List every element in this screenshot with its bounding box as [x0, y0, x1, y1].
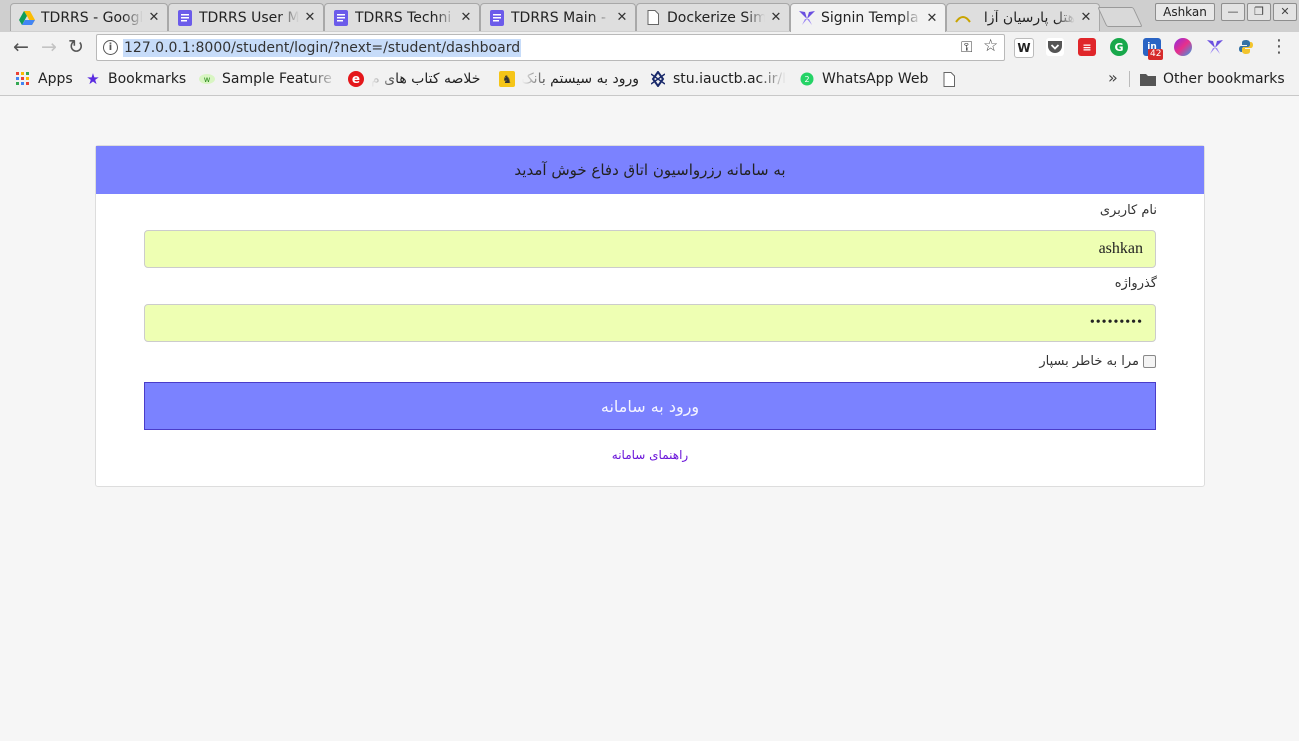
username-label: نام کاربری — [1099, 203, 1157, 218]
tab-title: TDRRS Techni — [355, 9, 452, 26]
bookmarks-bar: Apps ★ Bookmarks w Sample Feature I e خل… — [0, 63, 1299, 96]
sample-feature-icon: w — [199, 71, 215, 87]
bookmark-bank-login[interactable]: ♞ ورود به سیستم بانک — [499, 70, 639, 88]
whatsapp-icon: 2 — [799, 71, 815, 87]
bookmark-label: stu.iauctb.ac.ir/I — [673, 71, 787, 87]
colorful-extension-icon[interactable] — [1174, 38, 1192, 56]
tab-title: Signin Templa — [821, 10, 919, 26]
star-icon: ★ — [86, 70, 100, 88]
google-docs-icon — [177, 9, 193, 26]
remember-label: مرا به خاطر بسپار — [1039, 354, 1139, 369]
tab-tdrrs-user-manual[interactable]: TDRRS User M ✕ — [168, 3, 324, 31]
bookmarks-overflow-icon[interactable]: » — [1108, 68, 1118, 87]
bookmark-sample-feature[interactable]: w Sample Feature I — [199, 70, 337, 88]
tab-title: Dockerize Sim — [667, 9, 765, 26]
extension-badge: 42 — [1148, 49, 1164, 60]
back-button[interactable]: ← — [9, 36, 33, 58]
browser-toolbar: ← → ↻ i 127.0.0.1:8000/student/login/?ne… — [0, 32, 1299, 63]
close-icon[interactable]: ✕ — [615, 10, 629, 25]
window-close-button[interactable]: ✕ — [1273, 3, 1297, 21]
welcome-header: به سامانه رزرواسیون اتاق دفاع خوش آمدید — [96, 146, 1204, 194]
bookmark-label: WhatsApp Web — [822, 71, 929, 87]
tab-hotel-parsian[interactable]: هتل پارسیان آزا ✕ — [946, 3, 1100, 31]
remember-me[interactable]: مرا به خاطر بسپار — [1039, 354, 1156, 369]
tab-title: TDRRS Main - — [511, 9, 607, 26]
google-drive-icon — [19, 10, 35, 26]
page-icon — [645, 10, 661, 26]
address-bar[interactable]: i 127.0.0.1:8000/student/login/?next=/st… — [96, 34, 1005, 61]
page-icon — [941, 71, 957, 87]
username-input[interactable]: ashkan — [144, 230, 1156, 268]
password-label: گذرواژه — [1114, 276, 1157, 291]
tab-title: TDRRS - Google — [41, 9, 143, 26]
login-card: به سامانه رزرواسیون اتاق دفاع خوش آمدید … — [95, 145, 1205, 487]
maximize-button[interactable]: ❐ — [1247, 3, 1271, 21]
browser-menu-icon[interactable]: ⋮ — [1270, 36, 1288, 57]
app-logo-icon — [799, 10, 815, 26]
apps-grid-icon — [15, 71, 31, 87]
hotel-favicon-icon — [955, 10, 971, 26]
tab-tdrrs-technical[interactable]: TDRRS Techni ✕ — [324, 3, 480, 31]
close-icon[interactable]: ✕ — [769, 10, 783, 25]
info-icon[interactable]: i — [103, 40, 118, 55]
svg-text:w: w — [204, 75, 211, 84]
password-input[interactable]: ••••••••• — [144, 304, 1156, 342]
e-logo-icon: e — [348, 71, 364, 87]
bookmark-whatsapp[interactable]: 2 WhatsApp Web — [799, 70, 928, 88]
bookmark-star-icon[interactable]: ☆ — [983, 36, 998, 56]
university-logo-icon — [650, 71, 666, 87]
bookmark-apps[interactable]: Apps — [15, 70, 73, 88]
tab-title: هتل پارسیان آزا — [983, 9, 1075, 26]
tab-dockerize[interactable]: Dockerize Sim ✕ — [636, 3, 790, 31]
folder-icon — [1140, 71, 1156, 87]
close-icon[interactable]: ✕ — [303, 10, 317, 25]
svg-text:2: 2 — [804, 75, 809, 84]
tab-signin-template[interactable]: Signin Templa ✕ — [790, 3, 946, 32]
remember-checkbox[interactable] — [1143, 355, 1156, 368]
reload-button[interactable]: ↻ — [64, 36, 88, 58]
login-button[interactable]: ورود به سامانه — [144, 382, 1156, 430]
bookmark-page[interactable] — [941, 70, 964, 88]
bookmark-label: Bookmarks — [108, 71, 187, 87]
close-icon[interactable]: ✕ — [459, 10, 473, 25]
profile-button[interactable]: Ashkan — [1155, 3, 1215, 21]
bookmark-label: Sample Feature I — [222, 71, 337, 87]
bookmark-label: Other bookmarks — [1163, 71, 1285, 87]
tab-strip: TDRRS - Google ✕ TDRRS User M ✕ TDRRS Te… — [0, 0, 1299, 33]
help-link[interactable]: راهنمای سامانه — [96, 448, 1204, 462]
google-docs-icon — [489, 9, 505, 26]
close-icon[interactable]: ✕ — [1079, 10, 1093, 25]
tab-tdrrs-main[interactable]: TDRRS Main - ✕ — [480, 3, 636, 31]
bookmark-other[interactable]: Other bookmarks — [1140, 70, 1285, 88]
bookmark-bookmarks[interactable]: ★ Bookmarks — [85, 70, 186, 88]
forward-button[interactable]: → — [37, 36, 61, 58]
key-icon[interactable]: ⚿ — [961, 38, 972, 56]
close-icon[interactable]: ✕ — [147, 10, 161, 25]
new-tab-button[interactable] — [1097, 7, 1143, 27]
bank-logo-icon: ♞ — [499, 71, 515, 87]
bookmark-stu-iauctb[interactable]: stu.iauctb.ac.ir/I — [650, 70, 788, 88]
app-logo-extension-icon[interactable] — [1206, 38, 1224, 56]
tab-tdrrs-drive[interactable]: TDRRS - Google ✕ — [10, 3, 168, 31]
bookmark-label: ورود به سیستم بانک — [522, 71, 639, 87]
bookmarks-divider — [1129, 71, 1130, 87]
bookmark-label: خلاصه کتاب های م — [371, 71, 481, 87]
minimize-button[interactable]: — — [1221, 3, 1245, 21]
tab-title: TDRRS User M — [199, 9, 299, 26]
pocket-icon[interactable] — [1046, 38, 1064, 56]
bookmark-label: Apps — [38, 71, 73, 87]
todoist-icon[interactable]: ≡ — [1078, 38, 1096, 56]
url-text[interactable]: 127.0.0.1:8000/student/login/?next=/stud… — [123, 39, 522, 57]
bookmark-book-summary[interactable]: e خلاصه کتاب های م — [348, 70, 488, 88]
grammarly-icon[interactable]: G — [1110, 38, 1128, 56]
w-extension-icon[interactable]: W — [1014, 38, 1034, 58]
python-icon[interactable] — [1237, 38, 1255, 56]
close-icon[interactable]: ✕ — [925, 11, 939, 26]
google-docs-icon — [333, 9, 349, 26]
